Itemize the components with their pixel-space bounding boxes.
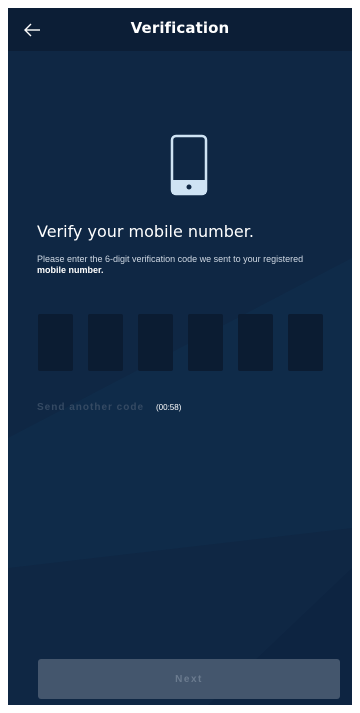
otp-digit-input[interactable] bbox=[238, 314, 273, 371]
resend-row: Send another code (00:58) bbox=[37, 402, 181, 413]
otp-digit-input[interactable] bbox=[38, 314, 73, 371]
instructions-prefix: Please enter the 6-digit verification co… bbox=[37, 254, 304, 264]
otp-digit-input[interactable] bbox=[88, 314, 123, 371]
otp-digit-input[interactable] bbox=[288, 314, 323, 371]
page-title: Verification bbox=[130, 19, 230, 37]
instructions-text: Please enter the 6-digit verification co… bbox=[37, 254, 317, 276]
otp-digit-input[interactable] bbox=[138, 314, 173, 371]
verification-screen: Verification Verify your mobile number. … bbox=[8, 8, 352, 705]
resend-timer: (00:58) bbox=[156, 403, 182, 412]
verify-heading: Verify your mobile number. bbox=[37, 222, 254, 241]
next-button[interactable]: Next bbox=[38, 659, 340, 699]
smartphone-icon bbox=[170, 134, 208, 196]
otp-digit-input[interactable] bbox=[188, 314, 223, 371]
instructions-emphasis: mobile number. bbox=[37, 265, 104, 275]
otp-code-input-group bbox=[38, 314, 323, 371]
top-app-bar: Verification bbox=[8, 8, 352, 51]
send-another-code-link[interactable]: Send another code bbox=[37, 402, 144, 413]
